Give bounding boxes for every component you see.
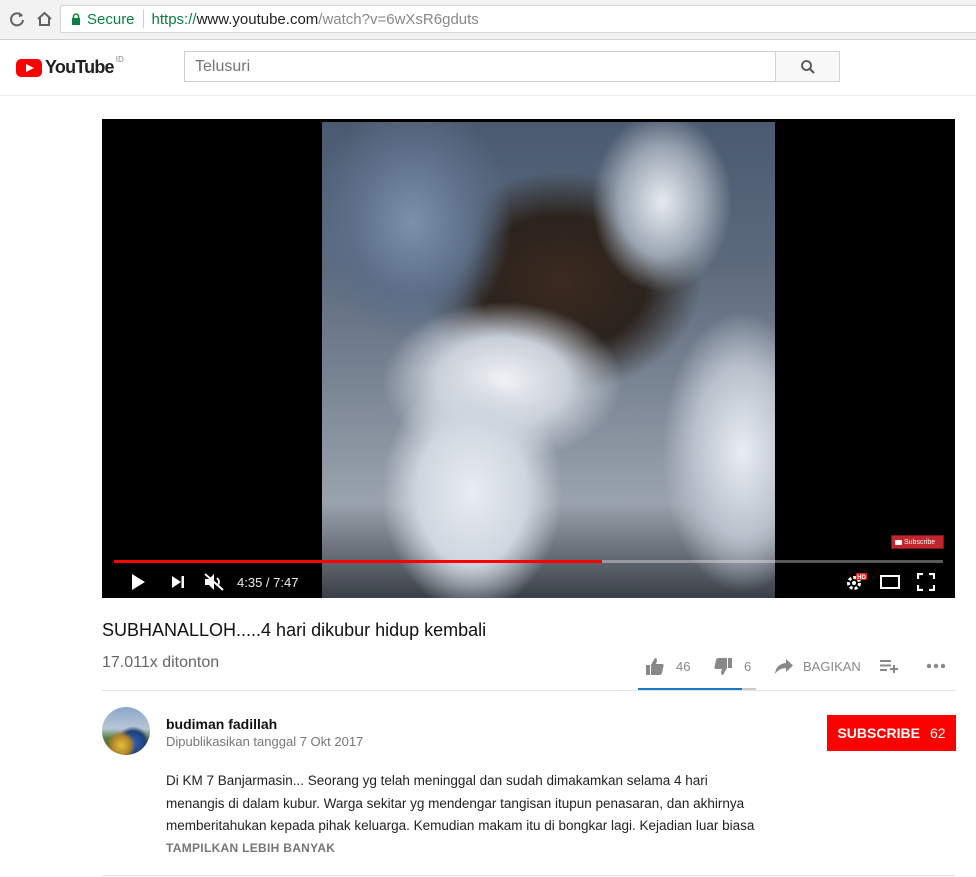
youtube-masthead: YouTube ID (0, 40, 976, 96)
region-code: ID (115, 55, 124, 64)
watermark-play-icon (895, 539, 902, 545)
channel-avatar[interactable] (102, 707, 150, 755)
next-icon[interactable] (168, 570, 188, 594)
logo-text: YouTube (45, 57, 115, 77)
progress-bar[interactable] (114, 560, 943, 563)
settings-gear-icon[interactable]: HD (844, 570, 868, 594)
reload-icon[interactable] (6, 8, 28, 30)
more-actions-button[interactable] (926, 655, 946, 677)
add-to-playlist-icon (880, 660, 898, 673)
time-display: 4:35 / 7:47 (237, 575, 299, 590)
dislike-count: 6 (744, 658, 752, 674)
search-button[interactable] (775, 51, 840, 82)
address-bar[interactable]: Secure https://www.youtube.com/watch?v=6… (60, 5, 976, 33)
player-controls: 4:35 / 7:47 HD (102, 567, 955, 597)
publish-date: Dipublikasikan tanggal 7 Okt 2017 (166, 734, 364, 749)
thumbs-down-icon (714, 657, 732, 675)
url-scheme: https:// (151, 10, 197, 28)
watermark-label: Subscribe (904, 538, 936, 546)
share-label: BAGIKAN (803, 658, 861, 674)
hd-badge: HD (857, 575, 866, 581)
description-divider (102, 875, 955, 876)
thumbs-up-icon (646, 657, 664, 675)
channel-name[interactable]: budiman fadillah (166, 716, 277, 732)
search-input[interactable] (184, 51, 776, 82)
secure-label: Secure (87, 10, 135, 28)
youtube-logo[interactable]: YouTube ID (16, 55, 124, 78)
subscribe-label: SUBSCRIBE (837, 725, 920, 741)
subscribe-watermark[interactable]: Subscribe (891, 535, 944, 549)
progress-played (114, 560, 603, 563)
home-icon[interactable] (33, 8, 55, 30)
show-more-button[interactable]: TAMPILKAN LEBIH BANYAK (166, 841, 335, 855)
theater-mode-icon[interactable] (878, 570, 902, 594)
secure-indicator[interactable]: Secure (71, 11, 135, 28)
view-count: 17.011x ditonton (102, 654, 220, 671)
more-icon (926, 663, 946, 669)
description-line: Di KM 7 Banjarmasin... Seorang yg telah … (166, 773, 708, 788)
description-line: memberitahukan kepada pihak keluarga. Ke… (166, 818, 755, 833)
video-description: Di KM 7 Banjarmasin... Seorang yg telah … (166, 770, 786, 838)
share-button[interactable]: BAGIKAN (775, 655, 861, 677)
add-to-playlist-button[interactable] (880, 655, 898, 677)
lock-icon (72, 13, 80, 25)
muted-volume-icon[interactable] (202, 570, 226, 594)
share-icon (775, 658, 793, 674)
info-divider (102, 690, 955, 691)
search-icon (800, 59, 815, 74)
browser-toolbar: Secure https://www.youtube.com/watch?v=6… (0, 0, 976, 40)
youtube-play-logo-icon (16, 58, 42, 77)
dislike-button[interactable]: 6 (714, 655, 751, 677)
address-separator (142, 10, 144, 28)
play-icon[interactable] (128, 570, 148, 594)
video-player[interactable]: Subscribe 4:35 / 7:47 HD (102, 119, 955, 598)
video-title: SUBHANALLOH.....4 hari dikubur hidup kem… (102, 620, 487, 640)
like-count: 46 (676, 658, 691, 674)
url-path: /watch?v=6wXsR6gduts (318, 10, 479, 28)
url-host: www.youtube.com (196, 10, 319, 28)
subscribe-button[interactable]: SUBSCRIBE 62 (827, 715, 956, 751)
like-button[interactable]: 46 (646, 655, 690, 677)
description-line: menangis di dalam kubur. Warga sekitar y… (166, 795, 745, 811)
video-frame[interactable] (322, 122, 775, 598)
subscriber-count: 62 (929, 725, 946, 741)
fullscreen-icon[interactable] (914, 570, 938, 594)
